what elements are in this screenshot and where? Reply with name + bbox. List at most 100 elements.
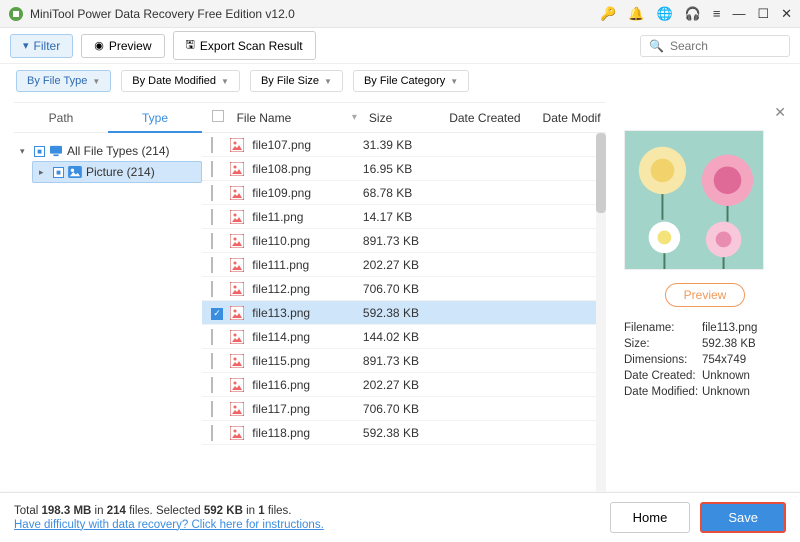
filter-filesize[interactable]: By File Size▼: [250, 70, 343, 92]
export-label: Export Scan Result: [200, 39, 303, 53]
minimize-icon[interactable]: —: [732, 6, 745, 21]
row-checkbox[interactable]: [211, 425, 213, 441]
filter-row: By File Type▼ By Date Modified▼ By File …: [0, 64, 800, 102]
app-icon: [8, 6, 24, 22]
meta-filename-key: Filename:: [624, 322, 702, 334]
tab-path[interactable]: Path: [14, 103, 108, 133]
file-size: 592.38 KB: [363, 306, 443, 320]
file-list-body[interactable]: file107.png31.39 KBfile108.png16.95 KBfi…: [202, 133, 606, 453]
scrollbar-thumb[interactable]: [596, 133, 606, 213]
chevron-down-icon: ▼: [92, 77, 100, 86]
table-row[interactable]: file116.png202.27 KB: [202, 373, 606, 397]
col-date-created[interactable]: Date Created: [443, 111, 536, 125]
collapse-icon[interactable]: ▾: [20, 146, 30, 157]
globe-icon[interactable]: 🌐: [656, 6, 672, 22]
save-button[interactable]: Save: [700, 502, 786, 533]
table-row[interactable]: ✓file113.png592.38 KB: [202, 301, 606, 325]
tree-child-label: Picture (214): [86, 165, 155, 179]
col-name[interactable]: File Name▾: [231, 111, 363, 125]
row-checkbox[interactable]: [211, 257, 213, 273]
file-size: 16.95 KB: [363, 162, 443, 176]
export-button[interactable]: 🖫Export Scan Result: [173, 31, 316, 60]
home-button[interactable]: Home: [610, 502, 691, 533]
file-size: 202.27 KB: [363, 258, 443, 272]
file-size: 891.73 KB: [363, 234, 443, 248]
footer: Total 198.3 MB in 214 files. Selected 59…: [0, 492, 800, 542]
file-name: file107.png: [252, 138, 311, 152]
file-size: 14.17 KB: [363, 210, 443, 224]
monitor-icon: [49, 145, 63, 157]
filter-filetype[interactable]: By File Type▼: [16, 70, 111, 92]
row-checkbox[interactable]: [211, 233, 213, 249]
file-list-header: File Name▾ Size Date Created Date Modif: [202, 103, 606, 133]
table-row[interactable]: file118.png592.38 KB: [202, 421, 606, 445]
tree-root-label: All File Types (214): [67, 144, 170, 158]
file-size: 144.02 KB: [363, 330, 443, 344]
titlebar-actions: 🔑 🔔 🌐 🎧 ≡ — ☐ ✕: [600, 6, 792, 22]
filter-filecategory[interactable]: By File Category▼: [353, 70, 469, 92]
table-row[interactable]: file112.png706.70 KB: [202, 277, 606, 301]
preview-thumbnail: [624, 130, 764, 270]
row-checkbox[interactable]: [211, 377, 213, 393]
row-checkbox[interactable]: [211, 209, 213, 225]
maximize-icon[interactable]: ☐: [757, 6, 769, 22]
row-checkbox[interactable]: [211, 161, 213, 177]
table-row[interactable]: file111.png202.27 KB: [202, 253, 606, 277]
sidebar: Path Type ▾ ■ All File Types (214) ▸ ■ P…: [14, 102, 202, 492]
tree-child[interactable]: ▸ ■ Picture (214): [32, 161, 202, 183]
help-link[interactable]: Have difficulty with data recovery? Clic…: [14, 519, 324, 531]
checkbox-partial[interactable]: ■: [34, 146, 45, 157]
bell-icon[interactable]: 🔔: [628, 6, 644, 22]
file-name: file114.png: [252, 330, 310, 344]
picture-icon: [68, 166, 82, 178]
meta-dc-val: Unknown: [702, 370, 750, 382]
table-row[interactable]: file108.png16.95 KB: [202, 157, 606, 181]
chevron-down-icon: ▼: [221, 77, 229, 86]
open-preview-button[interactable]: Preview: [665, 283, 746, 307]
scrollbar[interactable]: [596, 133, 606, 492]
file-name: file115.png: [252, 354, 310, 368]
titlebar: MiniTool Power Data Recovery Free Editio…: [0, 0, 800, 28]
tab-type[interactable]: Type: [108, 103, 202, 133]
chevron-down-icon: ▼: [324, 77, 332, 86]
table-row[interactable]: file115.png891.73 KB: [202, 349, 606, 373]
eye-icon: ◉: [94, 39, 104, 52]
row-checkbox[interactable]: [211, 137, 213, 153]
sort-icon: ▾: [352, 112, 357, 123]
filter-button[interactable]: ▾Filter: [10, 34, 73, 58]
chevron-down-icon: ▼: [450, 77, 458, 86]
row-checkbox[interactable]: [211, 353, 213, 369]
row-checkbox[interactable]: ✓: [211, 308, 223, 320]
search-input[interactable]: [670, 39, 781, 53]
expand-icon[interactable]: ▸: [39, 167, 49, 178]
table-row[interactable]: file110.png891.73 KB: [202, 229, 606, 253]
col-date-modified[interactable]: Date Modif: [537, 111, 602, 125]
menu-icon[interactable]: ≡: [713, 6, 721, 21]
headset-icon[interactable]: 🎧: [685, 6, 701, 22]
row-checkbox[interactable]: [211, 281, 213, 297]
main-area: Path Type ▾ ■ All File Types (214) ▸ ■ P…: [0, 102, 800, 492]
search-box[interactable]: 🔍: [640, 35, 790, 57]
filter-datemodified[interactable]: By Date Modified▼: [121, 70, 240, 92]
key-icon[interactable]: 🔑: [600, 6, 616, 22]
table-row[interactable]: file114.png 144.02 KB: [202, 325, 606, 349]
preview-panel: ✕ Preview Filename:file113.png Size:592.…: [606, 102, 786, 492]
row-checkbox[interactable]: [211, 401, 213, 417]
file-size: 592.38 KB: [363, 426, 443, 440]
checkbox-partial[interactable]: ■: [53, 167, 64, 178]
table-row[interactable]: file11.png14.17 KB: [202, 205, 606, 229]
col-size[interactable]: Size: [363, 111, 443, 125]
row-checkbox[interactable]: [211, 185, 213, 201]
row-checkbox[interactable]: [211, 329, 213, 345]
checkbox-all[interactable]: [212, 110, 224, 122]
close-icon[interactable]: ✕: [781, 6, 792, 22]
table-row[interactable]: file117.png706.70 KB: [202, 397, 606, 421]
file-name: file117.png: [252, 402, 310, 416]
file-size: 68.78 KB: [363, 186, 443, 200]
file-name: file109.png: [252, 186, 311, 200]
table-row[interactable]: file107.png31.39 KB: [202, 133, 606, 157]
tree-root[interactable]: ▾ ■ All File Types (214): [14, 141, 202, 161]
close-preview-icon[interactable]: ✕: [774, 104, 786, 121]
preview-button[interactable]: ◉Preview: [81, 34, 164, 58]
table-row[interactable]: file109.png 68.78 KB: [202, 181, 606, 205]
